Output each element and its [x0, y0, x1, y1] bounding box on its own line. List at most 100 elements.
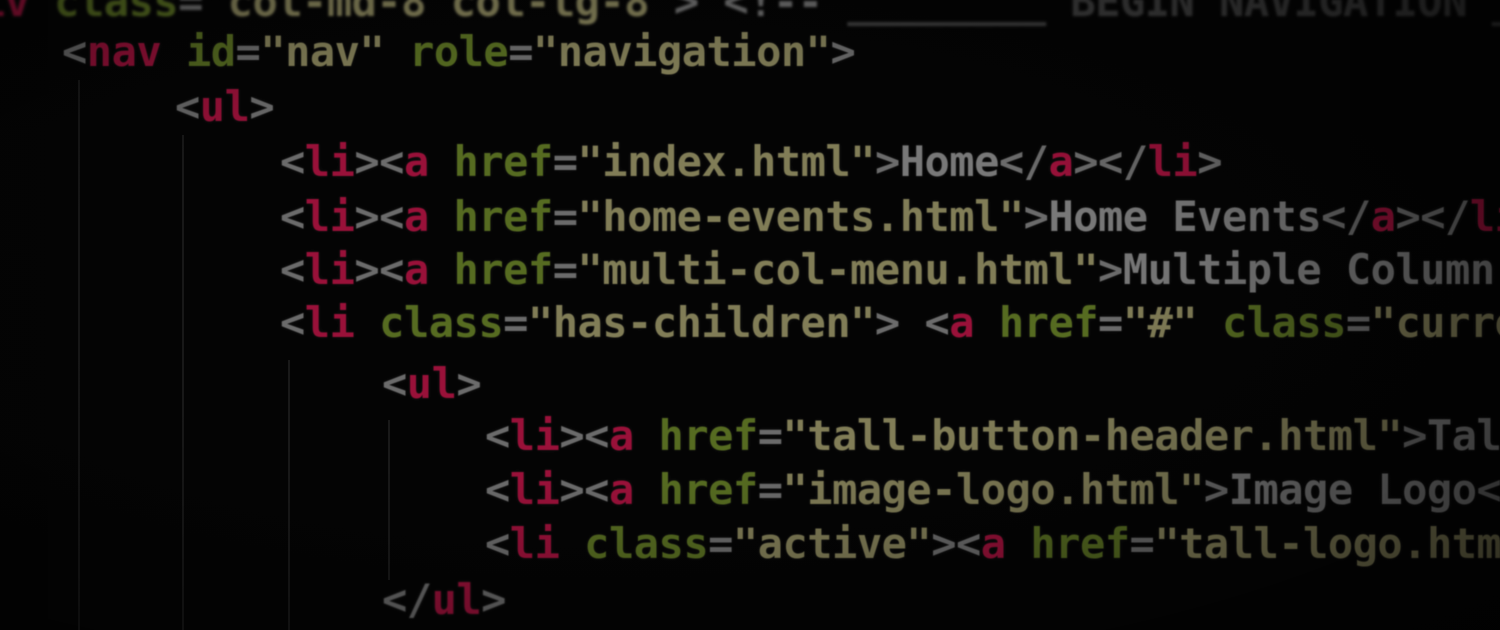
code-token-eq: = — [552, 245, 578, 294]
code-token-punct: > — [249, 82, 275, 131]
code-token-attr: href — [1030, 519, 1130, 568]
code-token-tag: a — [1048, 137, 1074, 186]
code-token-punct: < — [485, 411, 510, 460]
code-token-tag: ul — [431, 575, 482, 624]
code-line: <li><a href="home-events.html">Home Even… — [280, 193, 1500, 241]
code-token-tag: a — [608, 411, 634, 460]
indent-guide — [78, 80, 80, 630]
code-token-attr: href — [658, 411, 759, 460]
code-token-val: "active" — [732, 519, 932, 568]
code-token-punct: > — [1098, 245, 1123, 294]
code-token-punct: > — [1402, 411, 1427, 460]
code-token-punct: >< — [931, 519, 981, 568]
code-token-eq: = — [708, 519, 733, 568]
code-token-eq: = — [235, 27, 261, 76]
code-token-val: "multi-col-menu.html" — [577, 245, 1099, 294]
code-token-punct: >< — [354, 245, 404, 294]
code-token-eq: = — [178, 0, 203, 26]
code-line: <li><a href="index.html">Home</a></li> — [280, 138, 1222, 186]
code-token-tag: a — [403, 245, 429, 294]
code-token-tag: a — [403, 192, 429, 241]
code-token-punct: > — [830, 27, 856, 76]
code-token-eq: = — [757, 465, 783, 514]
code-token-punct: >< — [354, 192, 404, 241]
code-token-tag: nav — [86, 27, 162, 76]
code-token-attr: class — [379, 298, 504, 347]
code-token-tag: li — [509, 411, 560, 460]
code-token-attr: class — [584, 519, 709, 568]
code-token-tag: a — [949, 298, 975, 347]
code-token-tag: li — [304, 245, 355, 294]
code-token-punct: > — [1023, 192, 1049, 241]
indent-guide — [388, 420, 390, 580]
code-token-eq: = — [552, 192, 578, 241]
code-token-punct: < — [280, 137, 305, 186]
code-token-punct: </ — [382, 575, 432, 624]
code-token-tag: div — [0, 0, 30, 26]
code-token-text: Tall But — [1426, 411, 1500, 460]
code-token-eq: = — [503, 298, 528, 347]
code-token-punct: >< — [354, 137, 404, 186]
code-token-tag: ul — [406, 359, 457, 408]
code-token-val: "nav" — [260, 27, 385, 76]
code-token-punct: </ — [1321, 192, 1371, 241]
code-token-attr: class — [1221, 298, 1346, 347]
code-editor-photo: div class="col-md-8 col-lg-8"> <!-- ____… — [0, 0, 1500, 630]
code-token-eq: = — [508, 27, 534, 76]
code-token-eq: = — [1098, 298, 1123, 347]
code-token-val: "image-logo.html" — [782, 465, 1205, 514]
code-token-punct: > < — [874, 298, 950, 347]
code-token-val: "tall-button-header.html" — [782, 411, 1403, 460]
code-token-punct: < — [62, 27, 87, 76]
code-token-punct: < — [382, 359, 407, 408]
code-token-punct: > — [1197, 137, 1222, 186]
code-token-punct: < — [280, 298, 305, 347]
code-token-punct: > — [1203, 465, 1229, 514]
code-token-attr: id — [185, 27, 236, 76]
code-token-punct: ></ — [1073, 137, 1148, 186]
code-token-punct: < — [280, 245, 305, 294]
code-token-punct: </ — [1476, 465, 1500, 514]
code-token-val: "home-events.html" — [577, 192, 1025, 241]
code-token-val: "has-children" — [527, 298, 876, 347]
code-token-punct: >< — [559, 465, 609, 514]
code-token-tag: li — [1147, 137, 1198, 186]
code-token-punct: ></ — [1395, 192, 1470, 241]
code-line: <li><a href="image-logo.html">Image Logo… — [485, 466, 1500, 514]
code-token-val: "#" — [1122, 298, 1198, 347]
code-line: <li><a href="tall-button-header.html">Ta… — [485, 412, 1500, 460]
code-line: <nav id="nav" role="navigation"> — [62, 27, 856, 76]
code-token-tag: a — [608, 465, 634, 514]
code-token-val: "navigation" — [533, 27, 831, 76]
code-token-tag: li — [509, 519, 560, 568]
code-token-eq: = — [757, 411, 783, 460]
code-token-punct: < — [280, 192, 305, 241]
code-token-comment: ________ BEGIN NAVIGATION __ — [822, 0, 1500, 26]
code-token-tag: li — [304, 298, 355, 347]
code-token-attr: href — [998, 298, 1099, 347]
code-token-val: "tall-logo.html" — [1154, 519, 1500, 568]
code-line: <ul> — [382, 359, 482, 408]
code-line: <li class="active"><a href="tall-logo.ht… — [485, 520, 1500, 568]
code-token-tag: a — [980, 519, 1006, 568]
code-token-tag: li — [304, 192, 355, 241]
code-token-text: Home Events — [1048, 192, 1322, 241]
code-line: <ul> — [175, 82, 275, 131]
code-token-punct: > <!-- — [673, 0, 823, 26]
code-token-punct: > — [874, 137, 900, 186]
code-token-val: "index.html" — [577, 137, 876, 186]
indent-guide — [288, 360, 290, 630]
code-token-punct: </ — [998, 137, 1049, 186]
